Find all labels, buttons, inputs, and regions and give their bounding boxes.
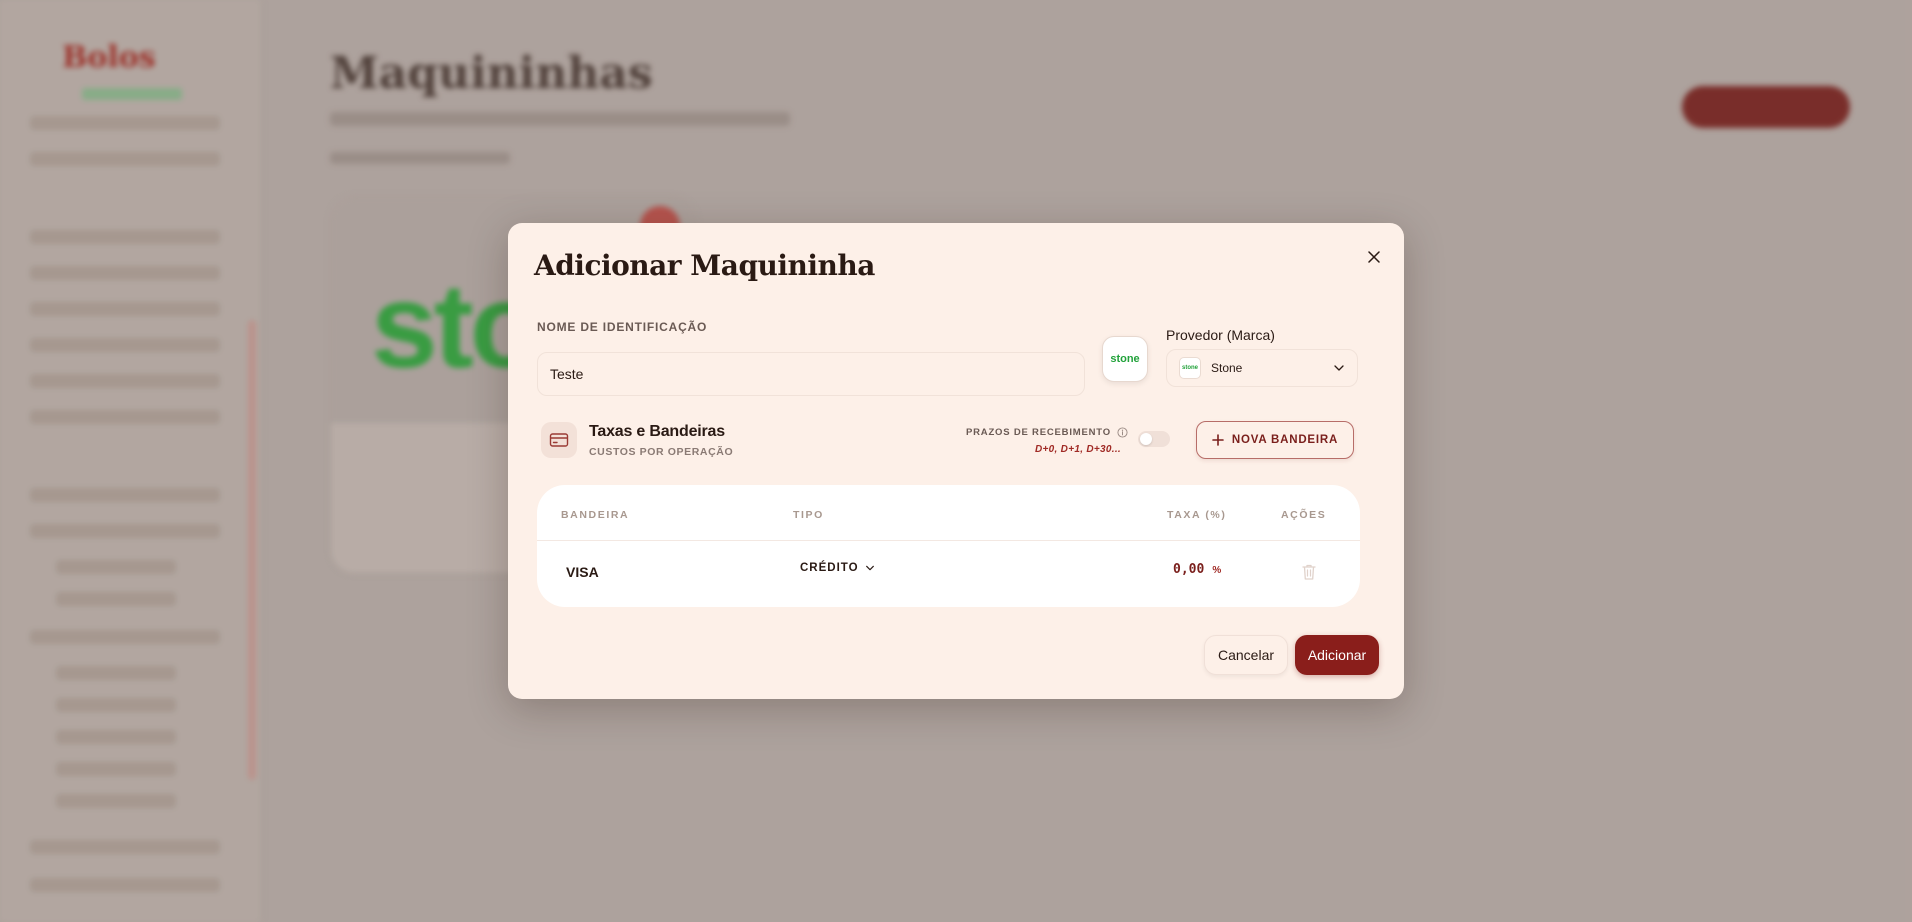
column-header-brand: BANDEIRA — [561, 509, 630, 521]
toggle-knob — [1140, 433, 1152, 445]
chevron-down-icon — [1334, 365, 1344, 371]
trash-icon — [1302, 564, 1316, 580]
new-brand-label: NOVA BANDEIRA — [1231, 434, 1339, 446]
row-brand: VISA — [566, 564, 599, 580]
provider-selected-value: Stone — [1211, 361, 1243, 375]
provider-mini-logo: stone — [1179, 357, 1201, 379]
dialog-title: Adicionar Maquininha — [534, 249, 875, 282]
section-subtitle: CUSTOS POR OPERAÇÃO — [589, 446, 734, 458]
provider-label: Provedor (Marca) — [1166, 327, 1275, 343]
delete-row-button[interactable] — [1301, 563, 1317, 581]
row-rate[interactable]: 0,00 % — [1173, 562, 1221, 577]
cancel-button[interactable]: Cancelar — [1204, 635, 1288, 675]
receipt-terms-label: PRAZOS DE RECEBIMENTO — [966, 427, 1128, 438]
stone-logo-text: stone — [1110, 353, 1140, 365]
row-type-select[interactable]: CRÉDITO — [800, 562, 875, 574]
provider-select[interactable]: stone Stone — [1166, 349, 1358, 387]
credit-card-icon — [541, 422, 577, 458]
name-field-label: NOME DE IDENTIFICAÇÃO — [537, 320, 708, 334]
name-input[interactable] — [537, 352, 1085, 396]
receipt-terms-values: D+0, D+1, D+30... — [1035, 444, 1121, 455]
provider-logo: stone — [1102, 336, 1148, 382]
add-machine-dialog: Adicionar Maquininha NOME DE IDENTIFICAÇ… — [508, 223, 1404, 699]
column-header-type: TIPO — [793, 509, 824, 521]
row-type-value: CRÉDITO — [800, 562, 859, 574]
new-brand-button[interactable]: NOVA BANDEIRA — [1196, 421, 1354, 459]
plus-icon — [1212, 434, 1224, 446]
receipt-terms-toggle[interactable] — [1138, 431, 1170, 447]
chevron-down-icon — [865, 565, 874, 571]
close-icon — [1368, 251, 1380, 263]
close-button[interactable] — [1364, 247, 1384, 267]
row-rate-value[interactable]: 0,00 — [1173, 562, 1204, 577]
receipt-terms-text: PRAZOS DE RECEBIMENTO — [966, 427, 1111, 438]
brands-table: BANDEIRA TIPO TAXA (%) AÇÕES VISA CRÉDIT… — [537, 485, 1360, 607]
column-header-rate: TAXA (%) — [1167, 509, 1227, 521]
section-title: Taxas e Bandeiras — [589, 423, 725, 440]
table-divider — [537, 540, 1360, 541]
add-button[interactable]: Adicionar — [1295, 635, 1379, 675]
info-icon[interactable] — [1117, 427, 1128, 438]
row-rate-unit: % — [1212, 565, 1222, 576]
column-header-actions: AÇÕES — [1281, 509, 1327, 521]
